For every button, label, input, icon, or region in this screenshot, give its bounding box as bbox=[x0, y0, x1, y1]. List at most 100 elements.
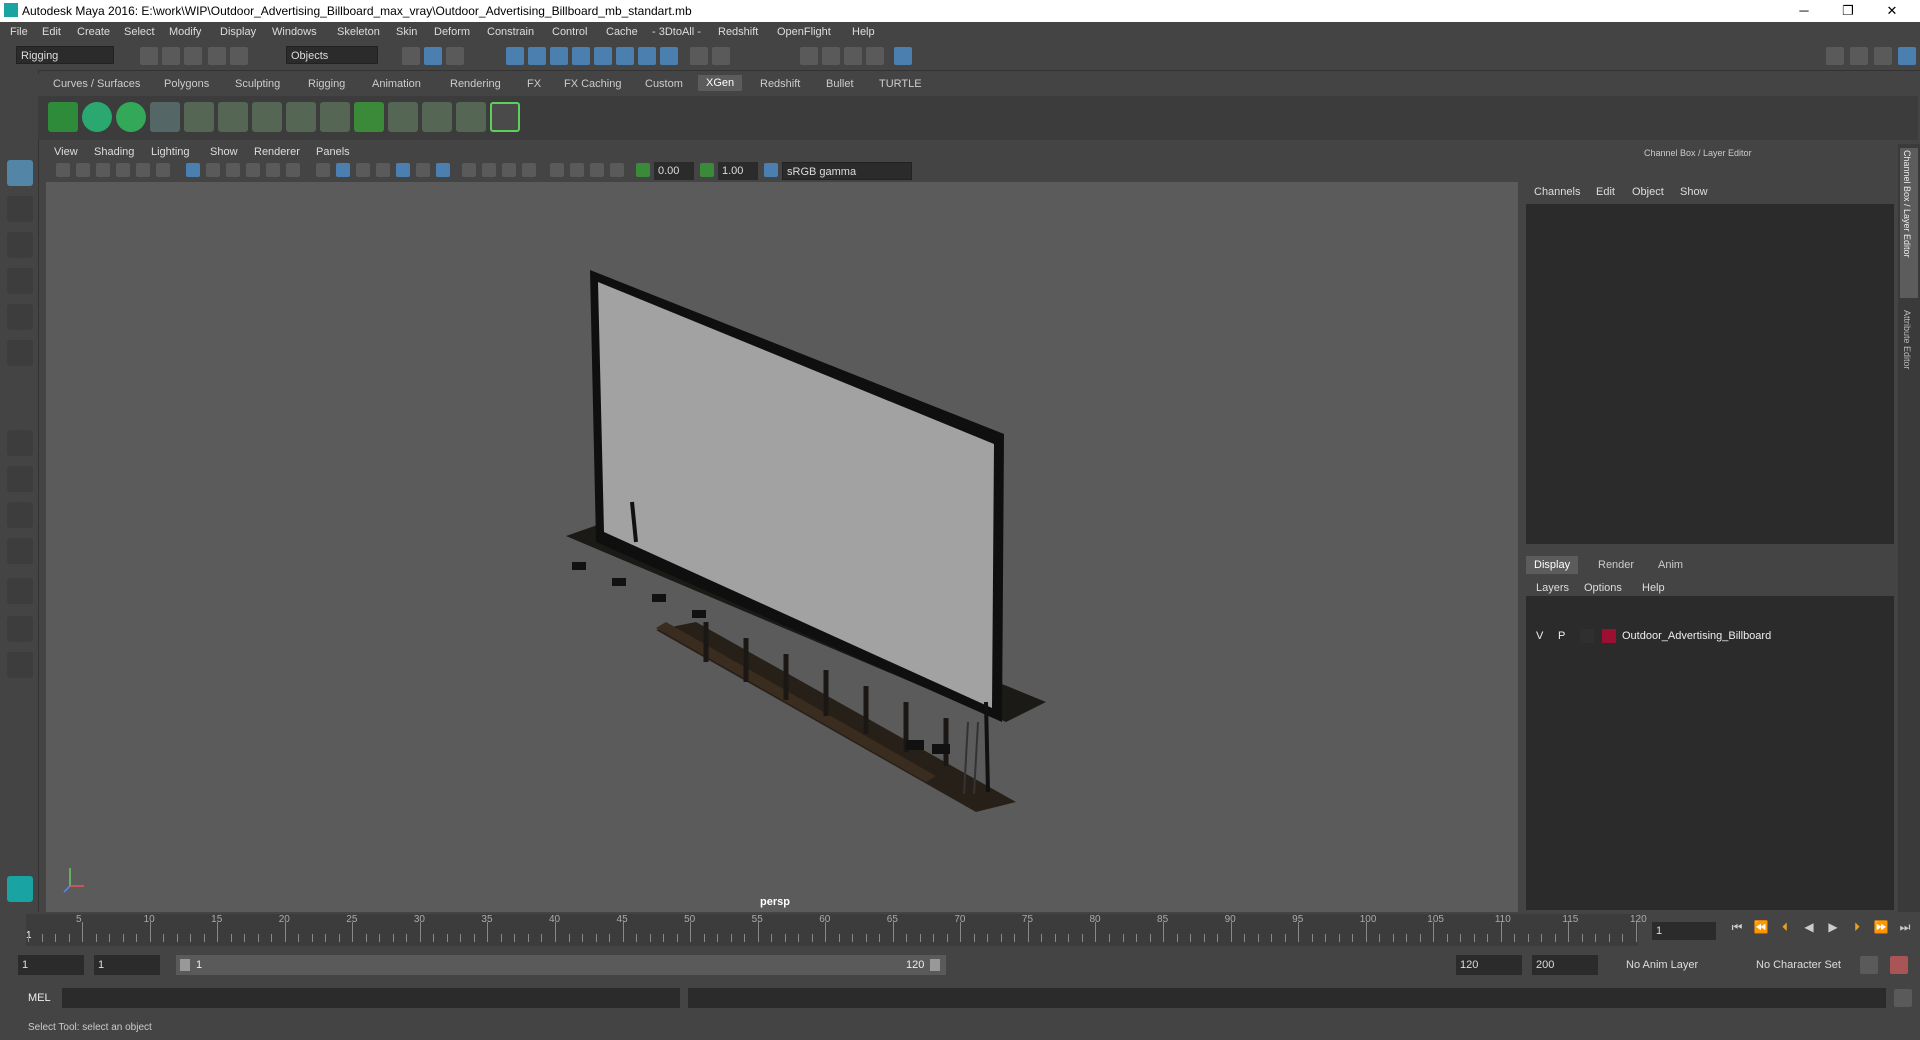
xgen-guides-icon[interactable] bbox=[150, 102, 180, 132]
mel-label[interactable]: MEL bbox=[28, 992, 51, 1004]
gamma-field[interactable]: 1.00 bbox=[718, 162, 758, 180]
cb-menu-show[interactable]: Show bbox=[1680, 186, 1708, 198]
graph-layout-icon[interactable] bbox=[7, 578, 33, 604]
menu-edit[interactable]: Edit bbox=[42, 26, 61, 38]
layer-row[interactable]: V P Outdoor_Advertising_Billboard bbox=[1526, 628, 1894, 646]
tab-rendering[interactable]: Rendering bbox=[450, 78, 501, 90]
menu-set-dropdown[interactable]: Rigging bbox=[16, 46, 114, 64]
tab-xgen[interactable]: XGen bbox=[698, 75, 743, 91]
menu-deform[interactable]: Deform bbox=[434, 26, 470, 38]
tab-animation[interactable]: Animation bbox=[372, 78, 421, 90]
tab-curves-surfaces[interactable]: Curves / Surfaces bbox=[53, 78, 140, 90]
xray-icon[interactable] bbox=[570, 163, 584, 177]
bookmark-icon[interactable] bbox=[96, 163, 110, 177]
menu-display[interactable]: Display bbox=[220, 26, 256, 38]
menu-openflight[interactable]: OpenFlight bbox=[777, 26, 831, 38]
isolate-select-icon[interactable] bbox=[550, 163, 564, 177]
menu-create[interactable]: Create bbox=[77, 26, 110, 38]
resolution-gate-icon[interactable] bbox=[226, 163, 240, 177]
ipr-render-icon[interactable] bbox=[844, 47, 862, 65]
textured-icon[interactable] bbox=[396, 163, 410, 177]
wireframe-on-shaded-icon[interactable] bbox=[376, 163, 390, 177]
go-to-start-icon[interactable]: ⏮ bbox=[1728, 918, 1746, 936]
construction-history-icon[interactable] bbox=[712, 47, 730, 65]
snap-surface-icon[interactable] bbox=[594, 47, 612, 65]
xgen-export-icon[interactable] bbox=[490, 102, 520, 132]
field-chart-icon[interactable] bbox=[266, 163, 280, 177]
character-set-dropdown[interactable]: No Character Set bbox=[1752, 956, 1876, 974]
gamma-icon[interactable] bbox=[700, 163, 714, 177]
smooth-shade-icon[interactable] bbox=[336, 163, 350, 177]
select-tool-icon[interactable] bbox=[7, 160, 33, 186]
tab-polygons[interactable]: Polygons bbox=[164, 78, 209, 90]
rotate-tool-icon[interactable] bbox=[7, 304, 33, 330]
gate-mask-icon[interactable] bbox=[246, 163, 260, 177]
xgen-layers-icon[interactable] bbox=[354, 102, 384, 132]
layer-menu-layers[interactable]: Layers bbox=[1536, 582, 1569, 594]
tab-turtle[interactable]: TURTLE bbox=[879, 78, 922, 90]
scale-tool-icon[interactable] bbox=[7, 340, 33, 366]
hypershade-icon[interactable] bbox=[894, 47, 912, 65]
maya-home-icon[interactable] bbox=[7, 876, 33, 902]
end-time-field[interactable]: 200 bbox=[1532, 955, 1598, 975]
layer-menu-help[interactable]: Help bbox=[1642, 582, 1665, 594]
snap-view-icon[interactable] bbox=[572, 47, 590, 65]
snap-pivot-icon[interactable] bbox=[616, 47, 634, 65]
layer-name[interactable]: Outdoor_Advertising_Billboard bbox=[1622, 630, 1771, 642]
menu-control[interactable]: Control bbox=[552, 26, 587, 38]
grease-pencil-icon[interactable] bbox=[156, 163, 170, 177]
menu-3dtoall[interactable]: - 3DtoAll - bbox=[652, 26, 701, 38]
motion-blur-icon[interactable] bbox=[482, 163, 496, 177]
render-frame-icon[interactable] bbox=[822, 47, 840, 65]
shadows-icon[interactable] bbox=[436, 163, 450, 177]
xray-joints-icon[interactable] bbox=[590, 163, 604, 177]
twod-pan-icon[interactable] bbox=[136, 163, 150, 177]
xgen-interactive-icon[interactable] bbox=[388, 102, 418, 132]
snap-grid-icon[interactable] bbox=[506, 47, 524, 65]
tab-redshift[interactable]: Redshift bbox=[760, 78, 800, 90]
tab-fx-caching[interactable]: FX Caching bbox=[564, 78, 621, 90]
step-forward-key-icon[interactable]: ⏵ bbox=[1848, 918, 1866, 936]
layer-menu-options[interactable]: Options bbox=[1584, 582, 1622, 594]
layer-color-swatch[interactable] bbox=[1602, 629, 1616, 643]
playback-end-field[interactable]: 120 bbox=[1456, 955, 1522, 975]
tab-custom[interactable]: Custom bbox=[645, 78, 683, 90]
vp-menu-shading[interactable]: Shading bbox=[94, 146, 134, 158]
xgen-lock-icon[interactable] bbox=[286, 102, 316, 132]
snap-curve-icon[interactable] bbox=[528, 47, 546, 65]
menu-skeleton[interactable]: Skeleton bbox=[337, 26, 380, 38]
menu-cache[interactable]: Cache bbox=[606, 26, 638, 38]
play-backward-icon[interactable]: ◀ bbox=[1800, 918, 1818, 936]
restore-button[interactable]: ❐ bbox=[1828, 2, 1868, 20]
layer-visibility-toggle[interactable]: V bbox=[1536, 630, 1543, 642]
snap-vertex-icon[interactable] bbox=[638, 47, 656, 65]
preferences-icon[interactable] bbox=[1890, 956, 1908, 974]
layer-tab-display[interactable]: Display bbox=[1526, 556, 1579, 574]
selection-mode-dropdown[interactable]: Objects bbox=[286, 46, 378, 64]
vp-menu-show[interactable]: Show bbox=[210, 146, 238, 158]
undo-icon[interactable] bbox=[208, 47, 226, 65]
current-frame-field[interactable]: 1 bbox=[1652, 922, 1716, 940]
range-handle-end[interactable] bbox=[930, 959, 940, 971]
menu-help[interactable]: Help bbox=[852, 26, 875, 38]
cb-menu-object[interactable]: Object bbox=[1632, 186, 1664, 198]
film-gate-icon[interactable] bbox=[206, 163, 220, 177]
tab-channel-box-layer-editor[interactable]: Channel Box / Layer Editor bbox=[1900, 148, 1918, 298]
paint-select-icon[interactable] bbox=[7, 232, 33, 258]
xgen-comb-icon[interactable] bbox=[456, 102, 486, 132]
playback-start-field[interactable]: 1 bbox=[94, 955, 160, 975]
step-back-key-icon[interactable]: ⏴ bbox=[1776, 918, 1794, 936]
billboard-model[interactable] bbox=[46, 182, 1518, 912]
xgen-create-description-icon[interactable] bbox=[116, 102, 146, 132]
snap-point-icon[interactable] bbox=[550, 47, 568, 65]
camera-attributes-icon[interactable] bbox=[76, 163, 90, 177]
layer-playback-toggle[interactable]: P bbox=[1558, 630, 1565, 642]
redo-icon[interactable] bbox=[230, 47, 248, 65]
menu-constrain[interactable]: Constrain bbox=[487, 26, 534, 38]
range-handle-start[interactable] bbox=[180, 959, 190, 971]
layer-tab-anim[interactable]: Anim bbox=[1658, 559, 1683, 571]
screen-space-ao-icon[interactable] bbox=[462, 163, 476, 177]
tab-attribute-editor[interactable]: Attribute Editor bbox=[1900, 308, 1918, 408]
render-view-icon[interactable] bbox=[800, 47, 818, 65]
snap-help-icon[interactable] bbox=[660, 47, 678, 65]
